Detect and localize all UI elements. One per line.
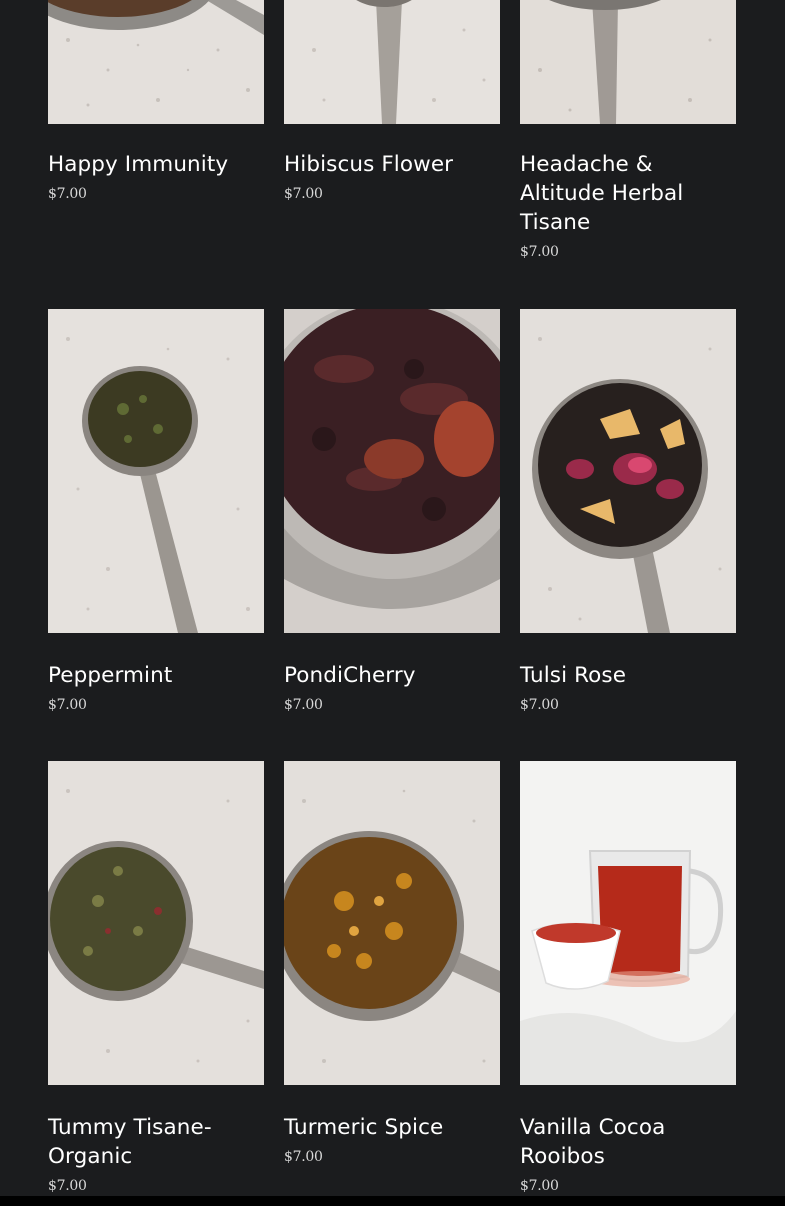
product-card[interactable]: Tummy Tisane-Organic $7.00 — [48, 761, 264, 1195]
product-title[interactable]: Tulsi Rose — [520, 661, 736, 690]
product-price: $7.00 — [284, 1149, 323, 1165]
product-title[interactable]: Peppermint — [48, 661, 264, 690]
product-image-link[interactable] — [284, 0, 500, 124]
product-image-link[interactable] — [284, 309, 500, 633]
product-image — [520, 761, 736, 1085]
product-price: $7.00 — [48, 1178, 87, 1194]
product-price: $7.00 — [48, 697, 87, 713]
product-image — [284, 761, 500, 1085]
product-title[interactable]: Turmeric Spice — [284, 1113, 500, 1142]
product-image-link[interactable] — [48, 309, 264, 633]
product-image — [48, 309, 264, 633]
product-price: $7.00 — [284, 697, 323, 713]
product-card[interactable]: Headache & Altitude Herbal Tisane $7.00 — [520, 0, 736, 261]
product-price: $7.00 — [48, 186, 87, 202]
product-image — [520, 0, 736, 124]
product-card[interactable]: Turmeric Spice $7.00 — [284, 761, 500, 1166]
product-image-link[interactable] — [48, 0, 264, 124]
product-image-link[interactable] — [520, 309, 736, 633]
product-title[interactable]: Vanilla Cocoa Rooibos — [520, 1113, 736, 1171]
product-card[interactable]: PondiCherry $7.00 — [284, 309, 500, 714]
product-image — [284, 309, 500, 633]
product-card[interactable]: Hibiscus Flower $7.00 — [284, 0, 500, 203]
product-card[interactable]: Tulsi Rose $7.00 — [520, 309, 736, 714]
product-image — [284, 0, 500, 124]
product-title[interactable]: Hibiscus Flower — [284, 150, 500, 179]
product-title[interactable]: Headache & Altitude Herbal Tisane — [520, 150, 736, 237]
product-price: $7.00 — [520, 1178, 559, 1194]
product-price: $7.00 — [520, 697, 559, 713]
product-price: $7.00 — [520, 244, 559, 260]
product-image-link[interactable] — [520, 0, 736, 124]
product-card[interactable]: Happy Immunity $7.00 — [48, 0, 264, 203]
product-image-link[interactable] — [48, 761, 264, 1085]
product-image — [48, 0, 264, 124]
product-price: $7.00 — [284, 186, 323, 202]
bottom-bar — [0, 1196, 785, 1206]
product-image — [520, 309, 736, 633]
product-grid-page: Happy Immunity $7.00 Hibiscus Flower $7.… — [0, 0, 785, 1206]
product-card[interactable]: Peppermint $7.00 — [48, 309, 264, 714]
product-image — [48, 761, 264, 1085]
product-title[interactable]: Tummy Tisane-Organic — [48, 1113, 264, 1171]
product-card[interactable]: Vanilla Cocoa Rooibos $7.00 — [520, 761, 736, 1195]
product-image-link[interactable] — [520, 761, 736, 1085]
product-title[interactable]: PondiCherry — [284, 661, 500, 690]
product-title[interactable]: Happy Immunity — [48, 150, 264, 179]
product-image-link[interactable] — [284, 761, 500, 1085]
